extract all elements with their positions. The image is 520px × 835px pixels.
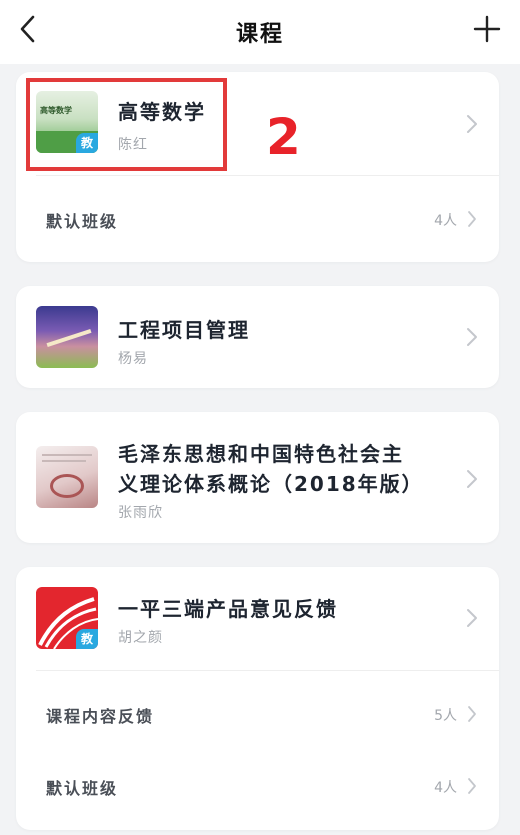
class-label: 课程内容反馈 <box>46 707 155 726</box>
chevron-right-icon <box>468 211 476 227</box>
annotation-label: 2 <box>266 108 301 166</box>
course-name: 高等数学 <box>118 100 206 124</box>
cover-caption: 高等数学 <box>40 106 72 115</box>
chevron-right-icon <box>468 706 476 722</box>
course-row[interactable]: 教 一平三端产品意见反馈 胡之颜 <box>16 567 499 671</box>
chevron-right-icon <box>467 328 477 346</box>
chevron-right-icon <box>467 470 477 488</box>
course-name: 工程项目管理 <box>118 318 250 342</box>
course-card-feedback: 教 一平三端产品意见反馈 胡之颜 课程内容反馈 5人 默认班级 4人 <box>16 567 499 830</box>
course-cover-image: 高等数学 教 <box>36 91 98 153</box>
course-row[interactable]: 高等数学 教 高等数学 陈红 <box>16 72 499 176</box>
course-cover-image <box>36 306 98 368</box>
course-name-line-1: 毛泽东思想和中国特色社会主 <box>118 442 404 466</box>
course-name: 一平三端产品意见反馈 <box>118 597 338 621</box>
course-teacher: 胡之颜 <box>118 630 163 646</box>
plus-icon[interactable] <box>472 14 502 44</box>
cover-line <box>42 454 92 456</box>
course-row[interactable]: 毛泽东思想和中国特色社会主 义理论体系概论（2018年版） 张雨欣 <box>16 412 499 543</box>
chevron-right-icon <box>467 609 477 627</box>
class-row[interactable]: 默认班级 4人 <box>16 743 499 823</box>
course-teacher: 杨易 <box>118 351 148 367</box>
course-cover-image <box>36 446 98 508</box>
cover-line <box>42 460 86 462</box>
teacher-badge: 教 <box>76 133 98 153</box>
chevron-right-icon <box>467 115 477 133</box>
cover-ring <box>50 474 84 498</box>
page-title: 课程 <box>235 22 284 47</box>
cover-light-streak <box>46 328 92 348</box>
class-member-count: 4人 <box>434 780 457 796</box>
course-name-line-2: 义理论体系概论（2018年版） <box>118 472 424 496</box>
course-row[interactable]: 工程项目管理 杨易 <box>16 286 499 388</box>
course-card-gongcheng-xiangmu: 工程项目管理 杨易 <box>16 286 499 388</box>
course-teacher: 陈红 <box>118 137 148 153</box>
class-label: 默认班级 <box>46 212 119 231</box>
nav-bar: 课程 <box>0 0 520 64</box>
class-member-count: 4人 <box>434 213 457 229</box>
course-card-gaodeng-shuxue: 高等数学 教 高等数学 陈红 默认班级 4人 <box>16 72 499 262</box>
class-member-count: 5人 <box>434 708 457 724</box>
class-row[interactable]: 课程内容反馈 5人 <box>16 671 499 751</box>
chevron-right-icon <box>468 778 476 794</box>
class-row[interactable]: 默认班级 4人 <box>16 172 499 262</box>
teacher-badge: 教 <box>76 629 98 649</box>
course-card-maogai: 毛泽东思想和中国特色社会主 义理论体系概论（2018年版） 张雨欣 <box>16 412 499 543</box>
class-label: 默认班级 <box>46 779 119 798</box>
course-teacher: 张雨欣 <box>118 505 163 521</box>
course-cover-image: 教 <box>36 587 98 649</box>
